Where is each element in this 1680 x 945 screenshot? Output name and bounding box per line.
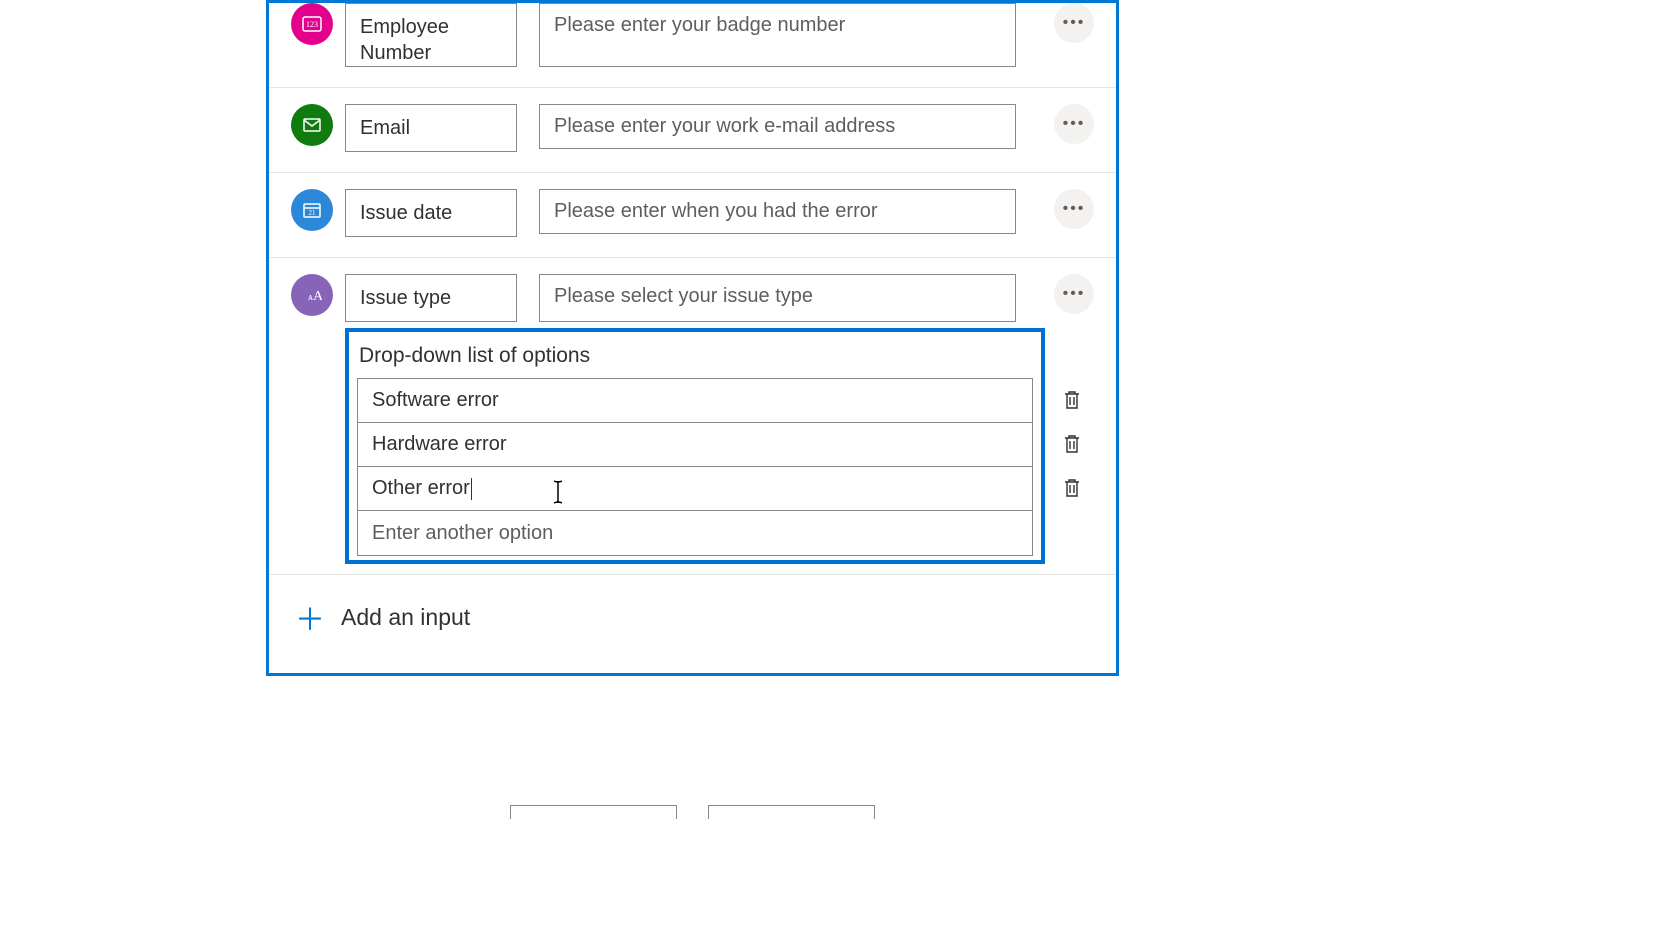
input-row-issue-date[interactable]: 21 Issue date Please enter when you had …	[269, 173, 1116, 258]
input-row-email[interactable]: Email Please enter your work e-mail addr…	[269, 88, 1116, 173]
delete-option-button[interactable]	[1061, 476, 1083, 500]
svg-text:123: 123	[306, 20, 318, 29]
text-cursor-icon	[548, 479, 568, 505]
more-button[interactable]: •••	[1054, 274, 1094, 314]
dropdown-option[interactable]: Software error	[358, 379, 1032, 423]
trash-column	[1061, 388, 1083, 500]
plus-icon: ＋	[295, 595, 325, 639]
calendar-icon: 21	[291, 189, 333, 231]
field-desc-input[interactable]: Please enter your work e-mail address	[539, 104, 1016, 149]
add-input-label: Add an input	[341, 604, 470, 631]
input-row-employee-number[interactable]: 123 Employee Number Please enter your ba…	[269, 3, 1116, 88]
dropdown-option[interactable]: Hardware error	[358, 423, 1032, 467]
field-desc-input[interactable]: Please select your issue type	[539, 274, 1016, 322]
add-input-button[interactable]: ＋ Add an input	[269, 575, 1116, 673]
svg-text:21: 21	[309, 209, 317, 217]
text-icon: ᴀA	[291, 274, 333, 316]
dropdown-options-title: Drop-down list of options	[357, 340, 1033, 378]
number-icon: 123	[291, 3, 333, 45]
field-desc-input[interactable]: Please enter when you had the error	[539, 189, 1016, 234]
field-desc-input[interactable]: Please enter your badge number	[539, 3, 1016, 67]
delete-option-button[interactable]	[1061, 388, 1083, 412]
dropdown-options-table: Software error Hardware error Other erro…	[357, 378, 1033, 556]
more-button[interactable]: •••	[1054, 3, 1094, 43]
partial-button[interactable]	[708, 805, 875, 819]
flow-trigger-card: 123 Employee Number Please enter your ba…	[266, 0, 1119, 676]
field-name-input[interactable]: Email	[345, 104, 517, 152]
svg-text:A: A	[313, 289, 322, 304]
dropdown-option[interactable]: Other error	[358, 467, 1032, 511]
input-row-issue-type[interactable]: ᴀA Issue type Please select your issue t…	[269, 258, 1116, 574]
delete-option-button[interactable]	[1061, 432, 1083, 456]
mail-icon	[291, 104, 333, 146]
dropdown-new-option-input[interactable]: Enter another option	[358, 511, 1032, 555]
dropdown-option-text: Other error	[372, 477, 470, 500]
field-name-input[interactable]: Employee Number	[345, 3, 517, 67]
more-button[interactable]: •••	[1054, 104, 1094, 144]
dropdown-options-box: Drop-down list of options Software error…	[345, 328, 1045, 564]
more-button[interactable]: •••	[1054, 189, 1094, 229]
field-name-input[interactable]: Issue type	[345, 274, 517, 322]
field-name-input[interactable]: Issue date	[345, 189, 517, 237]
partial-button[interactable]	[510, 805, 677, 819]
